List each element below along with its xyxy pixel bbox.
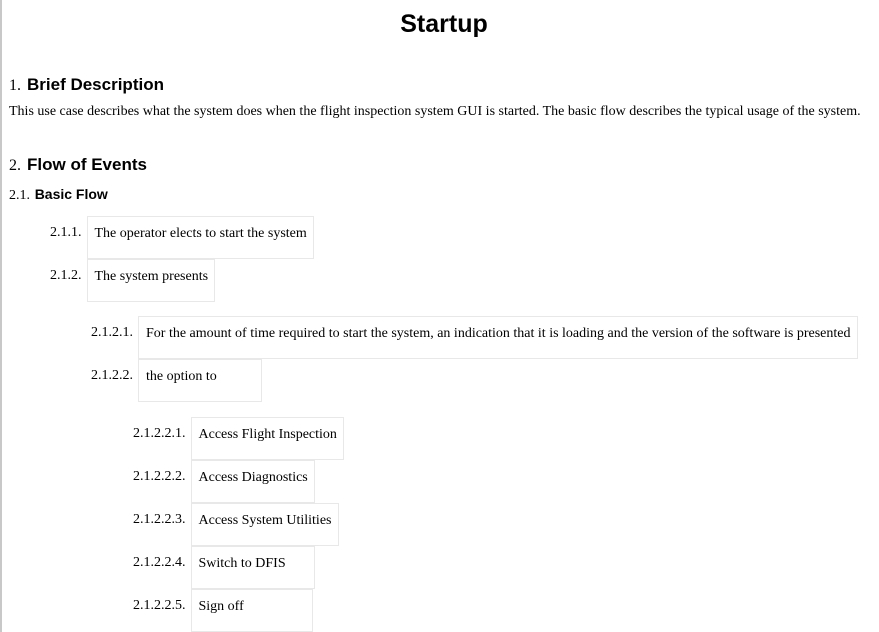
section-title: Flow of Events (27, 155, 147, 174)
flow-step: 2.1.2.2.3. Access System Utilities (133, 503, 339, 546)
step-number: 2.1.2.2.1. (133, 426, 186, 441)
subsection-heading-basic-flow: 2.1. Basic Flow (9, 183, 108, 205)
flow-step: 2.1.2.2.1. Access Flight Inspection (133, 417, 344, 460)
left-border (0, 0, 2, 632)
flow-step: 2.1.2.2.5. Sign off (133, 589, 313, 632)
section-number: 2. (9, 157, 21, 174)
section-title: Brief Description (27, 75, 164, 94)
step-number: 2.1.2.2. (91, 368, 133, 383)
flow-step: 2.1.2.2. the option to (91, 359, 262, 402)
step-number: 2.1.2.2.4. (133, 555, 186, 570)
step-text: The system presents (86, 259, 216, 302)
subsection-number: 2.1. (9, 188, 30, 203)
section-heading-flow-of-events: 2. Flow of Events (9, 150, 147, 177)
step-text: Access Diagnostics (190, 460, 315, 503)
flow-step: 2.1.2.2.2. Access Diagnostics (133, 460, 315, 503)
flow-step: 2.1.1. The operator elects to start the … (50, 216, 314, 259)
brief-description-text: This use case describes what the system … (9, 104, 861, 119)
step-number: 2.1.2. (50, 268, 82, 283)
flow-step: 2.1.2.1. For the amount of time required… (91, 316, 858, 359)
flow-step: 2.1.2.2.4. Switch to DFIS (133, 546, 315, 589)
page-title: Startup (400, 10, 488, 38)
step-text: The operator elects to start the system (86, 216, 314, 259)
step-text: the option to (138, 359, 262, 402)
step-number: 2.1.1. (50, 225, 82, 240)
step-number: 2.1.2.2.5. (133, 598, 186, 613)
flow-step: 2.1.2. The system presents (50, 259, 216, 302)
step-text: Sign off (190, 589, 313, 632)
step-number: 2.1.2.2.2. (133, 469, 186, 484)
step-text: Access Flight Inspection (190, 417, 344, 460)
subsection-title: Basic Flow (34, 186, 108, 202)
step-number: 2.1.2.2.3. (133, 512, 186, 527)
step-number: 2.1.2.1. (91, 325, 133, 340)
step-text: Switch to DFIS (190, 546, 315, 589)
step-text: Access System Utilities (190, 503, 339, 546)
section-heading-brief-description: 1. Brief Description (9, 70, 164, 97)
section-number: 1. (9, 77, 21, 94)
step-text: For the amount of time required to start… (138, 316, 858, 359)
